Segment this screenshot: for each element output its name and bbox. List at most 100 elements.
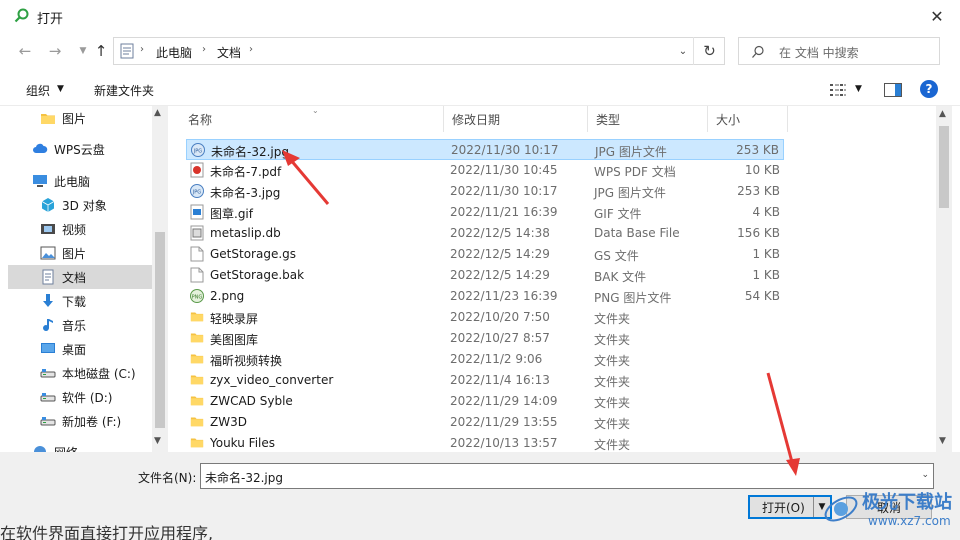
file-name: 图章.gif [210,207,253,221]
sort-caret-icon: ⌄ [312,106,319,115]
close-icon: ✕ [930,6,944,26]
file-name: GetStorage.bak [210,268,305,282]
address-bar[interactable]: › 此电脑 › 文档 › [113,37,725,65]
scroll-down-icon[interactable]: ▼ [939,436,946,446]
file-row[interactable]: ZW3D 2022/11/29 13:55 文件夹 [186,412,784,433]
chevron-down-icon[interactable]: ⌄ [921,470,929,480]
column-header-name[interactable]: 名称 ⌄ [180,106,444,132]
column-header-type[interactable]: 类型 [588,106,708,132]
file-row[interactable]: metaslip.db 2022/12/5 14:38 Data Base File… [186,223,784,244]
folder-icon [190,435,204,451]
document-icon [40,269,56,285]
sidebar-item[interactable]: 文档 [8,265,152,289]
column-header-date[interactable]: 修改日期 [444,106,588,132]
file-date: 2022/11/30 10:45 [450,163,558,177]
file-name: 2.png [210,289,245,303]
file-row[interactable]: 美图图库 2022/10/27 8:57 文件夹 [186,328,784,349]
filename-value: 未命名-32.jpg [205,471,283,485]
folder-icon [190,414,204,430]
preview-pane-icon[interactable] [884,83,902,97]
sidebar-item[interactable]: 软件 (D:) [8,385,152,409]
refresh-button[interactable]: ↻ [693,37,725,65]
sidebar-item[interactable]: 视频 [8,217,152,241]
file-date: 2022/12/5 14:29 [450,247,550,261]
file-date: 2022/10/13 13:57 [450,436,558,450]
recent-locations-button[interactable]: ▼ [74,42,92,60]
open-button-label: 打开(O) [762,500,805,515]
download-icon [40,293,56,309]
sidebar-item[interactable]: 本地磁盘 (C:) [8,361,152,385]
sidebar-item[interactable]: 图片 [8,106,152,130]
forward-button[interactable]: → [46,42,64,60]
address-dropdown-button[interactable]: ⌄ [673,37,693,65]
breadcrumb-this-pc[interactable]: 此电脑 [156,44,192,61]
nav-scrollbar-thumb[interactable] [155,232,165,428]
arrow-right-icon: → [48,42,62,60]
scroll-down-icon[interactable]: ▼ [154,436,161,446]
file-date: 2022/11/30 10:17 [450,184,558,198]
file-name: zyx_video_converter [210,373,334,387]
organize-button[interactable]: 组织 [26,82,50,99]
search-input[interactable]: 在 文档 中搜索 [738,37,940,65]
file-row[interactable]: zyx_video_converter 2022/11/4 16:13 文件夹 [186,370,784,391]
file-type: Data Base File [594,226,680,240]
scroll-up-icon[interactable]: ▲ [154,108,161,118]
file-row[interactable]: GetStorage.bak 2022/12/5 14:29 BAK 文件 1 KB [186,265,784,286]
new-folder-button[interactable]: 新建文件夹 [94,82,154,99]
help-icon: ? [925,82,933,96]
breadcrumb-documents[interactable]: 文档 [217,44,241,61]
sidebar-item[interactable]: 3D 对象 [8,193,152,217]
file-row[interactable]: ZWCAD Syble 2022/11/29 14:09 文件夹 [186,391,784,412]
file-row[interactable]: 福昕视频转换 2022/11/2 9:06 文件夹 [186,349,784,370]
sidebar-item[interactable]: 网络 [8,440,152,452]
search-placeholder: 在 文档 中搜索 [779,46,859,60]
file-row[interactable]: 未命名-7.pdf 2022/11/30 10:45 WPS PDF 文档 10 KB [186,160,784,181]
file-name: Youku Files [210,436,276,450]
up-button[interactable]: ↑ [92,42,110,60]
sidebar-item[interactable]: 音乐 [8,313,152,337]
file-row[interactable]: 轻映录屏 2022/10/20 7:50 文件夹 [186,307,784,328]
file-row[interactable]: 图章.gif 2022/11/21 16:39 GIF 文件 4 KB [186,202,784,223]
sidebar-item[interactable]: 此电脑 [8,169,152,193]
sidebar-item[interactable]: 图片 [8,241,152,265]
svg-text:PNG: PNG [192,295,203,301]
png-file-icon: PNG [190,288,204,304]
file-list: 名称 ⌄ 修改日期 类型 大小 JPG 未命名-32.jpg 2022/11/30 … [180,106,936,452]
file-type: WPS PDF 文档 [594,165,676,179]
close-button[interactable]: ✕ [914,0,960,32]
file-size: 156 KB [737,226,780,240]
file-type: PNG 图片文件 [594,291,672,305]
file-name: 美图图库 [210,333,259,347]
sidebar-item[interactable]: 桌面 [8,337,152,361]
file-type: 文件夹 [594,375,631,389]
search-icon [752,45,764,58]
file-list-scrollbar-thumb[interactable] [939,126,949,208]
file-list-scrollbar[interactable]: ▲ ▼ [936,106,952,452]
drive-icon [40,413,56,429]
caret-down-icon[interactable]: ▼ [855,84,862,94]
file-date: 2022/11/29 13:55 [450,415,558,429]
nav-scrollbar[interactable]: ▲ ▼ [152,106,168,452]
file-row[interactable]: PNG 2.png 2022/11/23 16:39 PNG 图片文件 54 KB [186,286,784,307]
file-row[interactable]: GetStorage.gs 2022/12/5 14:29 GS 文件 1 KB [186,244,784,265]
watermark-title: 极光下载站 [862,492,952,513]
back-button[interactable]: ← [16,42,34,60]
blank-file-icon [190,267,204,283]
file-date: 2022/11/23 16:39 [450,289,558,303]
view-options-icon[interactable] [830,83,846,97]
sidebar-item-label: 本地磁盘 (C:) [62,366,136,381]
cube-icon [40,197,56,213]
scroll-up-icon[interactable]: ▲ [939,109,946,119]
sidebar-item[interactable]: WPS云盘 [8,137,152,161]
chevron-right-icon: › [249,44,253,55]
column-header-size[interactable]: 大小 [708,106,788,132]
window-title: 打开 [37,12,64,27]
sidebar-item[interactable]: 下载 [8,289,152,313]
sidebar-item[interactable]: 新加卷 (F:) [8,409,152,433]
help-button[interactable]: ? [920,80,938,98]
refresh-icon: ↻ [703,42,716,60]
chevron-down-icon: ⌄ [678,45,688,57]
file-row[interactable]: Youku Files 2022/10/13 13:57 文件夹 [186,433,784,452]
file-row[interactable]: JPG 未命名-32.jpg 2022/11/30 10:17 JPG 图片文件 253… [186,139,784,160]
file-row[interactable]: JPG 未命名-3.jpg 2022/11/30 10:17 JPG 图片文件 253 … [186,181,784,202]
